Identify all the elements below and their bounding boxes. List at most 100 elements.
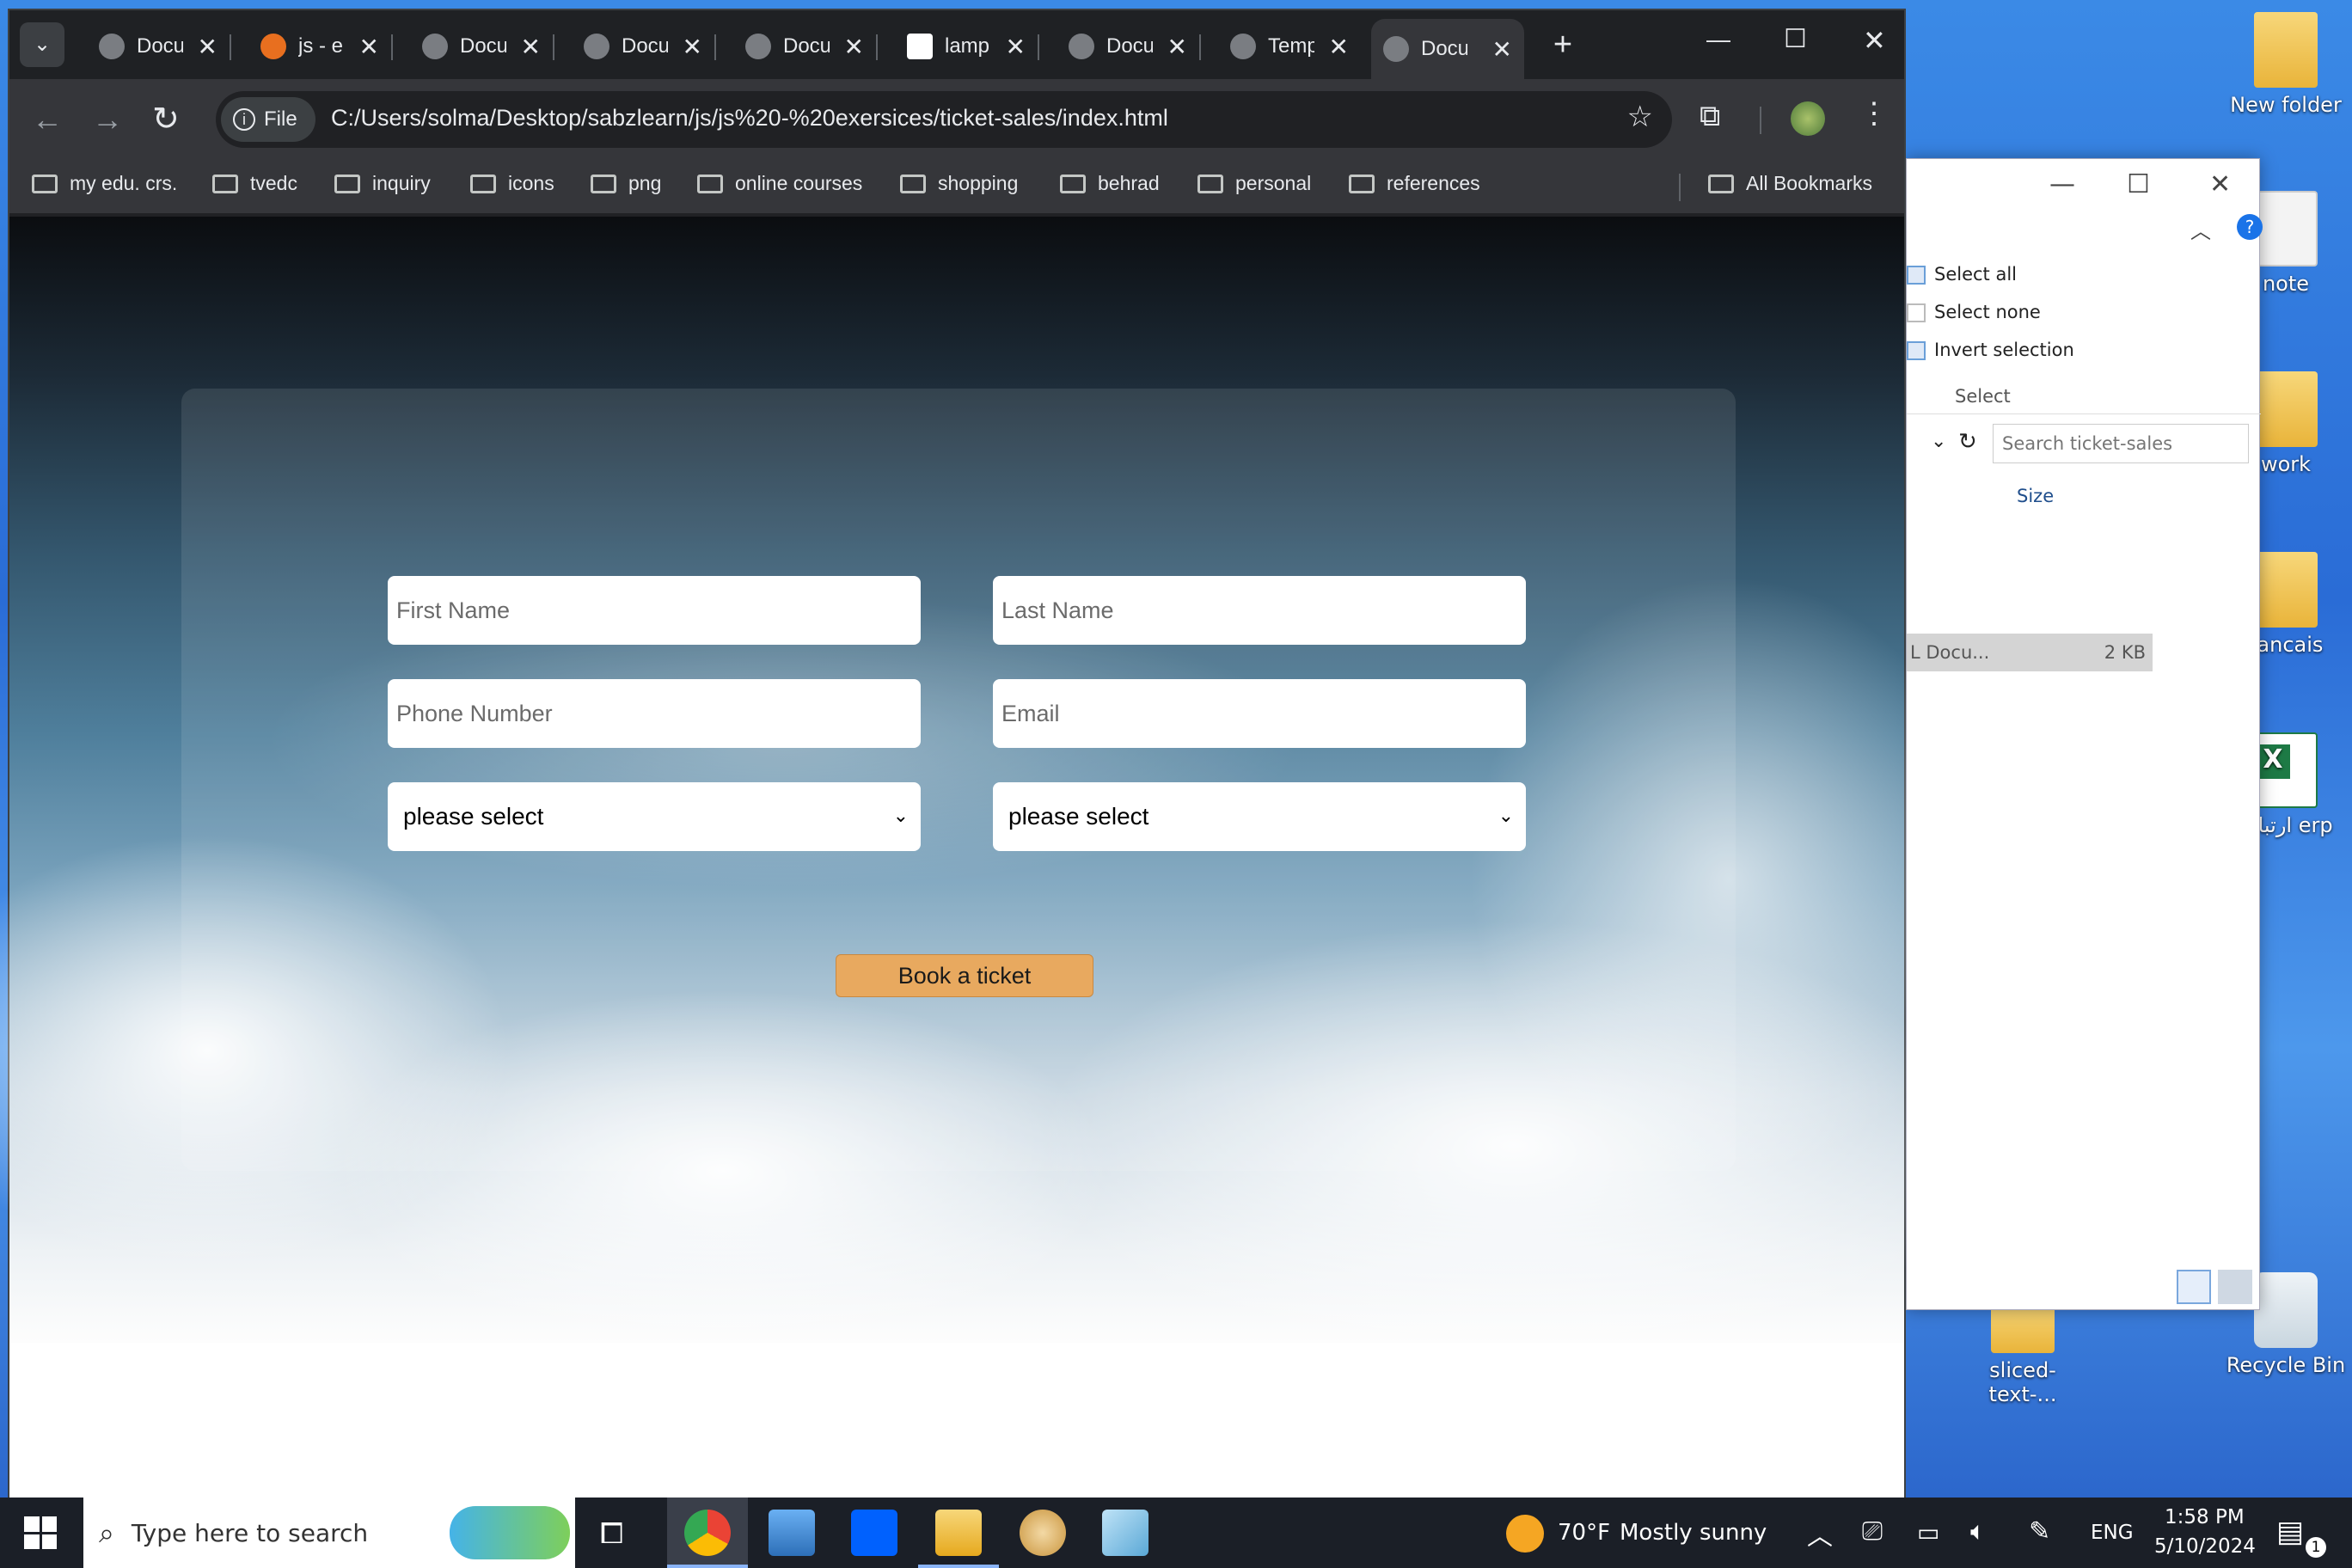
last-name-input[interactable]	[993, 576, 1526, 645]
tab-close-icon[interactable]: ✕	[683, 33, 702, 61]
taskbar-chrome-button[interactable]	[667, 1498, 748, 1568]
select-all-button[interactable]: Select all	[1907, 264, 2017, 285]
bookmark-folder-shopping[interactable]: shopping	[900, 172, 1018, 195]
folder-icon	[334, 174, 360, 193]
notification-center-icon[interactable]: ▤	[2276, 1515, 2304, 1549]
desktop-icon-new-folder[interactable]: New folder	[2221, 12, 2350, 117]
bookmark-folder-online-courses[interactable]: online courses	[697, 172, 862, 195]
tab-close-icon[interactable]: ✕	[521, 33, 541, 61]
bookmark-folder-inquiry[interactable]: inquiry	[334, 172, 431, 195]
tab-docu-active[interactable]: Docu ✕	[1371, 19, 1524, 79]
help-icon[interactable]: ?	[2237, 214, 2263, 240]
tab-close-icon[interactable]: ✕	[1006, 33, 1026, 61]
profile-avatar[interactable]	[1791, 101, 1825, 136]
bookmark-label: behrad	[1098, 172, 1160, 194]
globe-icon	[1069, 34, 1094, 59]
maximize-icon[interactable]: ☐	[1784, 24, 1807, 54]
start-button[interactable]	[24, 1516, 57, 1549]
tab-close-icon[interactable]: ✕	[844, 33, 864, 61]
extensions-icon[interactable]: ⧉	[1700, 100, 1720, 133]
explorer-search-input[interactable]	[1993, 424, 2249, 463]
tab-close-icon[interactable]: ✕	[359, 33, 379, 61]
language-indicator[interactable]: ENG	[2091, 1522, 2134, 1544]
tab-close-icon[interactable]: ✕	[198, 33, 217, 61]
tab-lamp[interactable]: lamp ✕	[895, 22, 1039, 70]
weather-temp[interactable]: 70°F	[1558, 1520, 1610, 1546]
maximize-icon[interactable]: ☐	[2127, 169, 2150, 199]
minimize-icon[interactable]: —	[1706, 26, 1730, 53]
email-input[interactable]	[993, 679, 1526, 748]
pen-icon[interactable]: ✎	[2029, 1516, 2050, 1547]
book-ticket-button[interactable]: Book a ticket	[836, 954, 1093, 997]
back-icon[interactable]: ←	[32, 101, 63, 138]
close-icon[interactable]: ✕	[1863, 24, 1886, 57]
task-view-icon[interactable]: ⧠	[600, 1516, 623, 1551]
tab-docu-1[interactable]: Docu ✕	[87, 22, 231, 70]
phone-number-input[interactable]	[388, 679, 921, 748]
bookmark-folder-icons[interactable]: icons	[470, 172, 554, 195]
meet-now-icon[interactable]: ⎚	[1862, 1516, 1883, 1547]
chevron-up-icon[interactable]: ︿	[1807, 1515, 1833, 1553]
select-right-dropdown[interactable]: please select ⌄	[993, 782, 1526, 851]
bookmark-folder-tvedc[interactable]: tvedc	[212, 172, 297, 195]
forward-icon[interactable]: →	[92, 101, 123, 138]
select-left-dropdown[interactable]: please select ⌄	[388, 782, 921, 851]
clock-date[interactable]: 5/10/2024	[2154, 1535, 2256, 1558]
battery-icon[interactable]: ▭	[1917, 1518, 1939, 1547]
bookmark-star-icon[interactable]: ☆	[1627, 100, 1653, 134]
file-size: 2 KB	[2104, 642, 2146, 663]
dropbox-icon[interactable]	[851, 1510, 897, 1556]
tab-docu-5[interactable]: Docu ✕	[1057, 22, 1201, 70]
tab-title: Temp	[1268, 34, 1314, 58]
weather-condition[interactable]: Mostly sunny	[1620, 1520, 1767, 1546]
recycle-bin-icon	[2254, 1272, 2318, 1348]
large-icons-view-icon[interactable]	[2218, 1270, 2252, 1304]
tab-close-icon[interactable]: ✕	[1492, 35, 1512, 64]
desktop-icon-sliced-text[interactable]: sliced-text-...	[1958, 1303, 2087, 1406]
menu-kebab-icon[interactable]: ⋮	[1859, 96, 1889, 131]
volume-icon[interactable]: 🔈︎	[1970, 1516, 1986, 1547]
tab-temp[interactable]: Temp ✕	[1218, 22, 1361, 70]
tab-close-icon[interactable]: ✕	[1329, 33, 1349, 61]
bookmark-folder-my-edu-crs[interactable]: my edu. crs.	[32, 172, 177, 195]
tab-js[interactable]: js - e ✕	[248, 22, 393, 70]
chevron-down-icon: ⌄	[1498, 805, 1514, 826]
ribbon-group-label: Select	[1955, 386, 2011, 407]
reload-icon[interactable]: ↻	[152, 100, 180, 138]
bookmark-folder-behrad[interactable]: behrad	[1060, 172, 1160, 195]
notepad-icon[interactable]	[1102, 1510, 1148, 1556]
details-view-icon[interactable]	[2177, 1270, 2211, 1304]
tab-search-button[interactable]: ⌄	[20, 22, 64, 67]
folder-icon	[591, 174, 616, 193]
chevron-down-icon[interactable]: ⌄	[1931, 431, 1946, 452]
tab-docu-3[interactable]: Docu ✕	[572, 22, 716, 70]
refresh-icon[interactable]: ↻	[1958, 429, 1977, 455]
minimize-icon[interactable]: —	[2049, 169, 2075, 199]
taskbar-explorer-button[interactable]	[918, 1498, 999, 1568]
invert-selection-button[interactable]: Invert selection	[1907, 340, 2074, 360]
select-none-button[interactable]: Select none	[1907, 302, 2041, 322]
paint-icon[interactable]	[1020, 1510, 1066, 1556]
all-bookmarks-button[interactable]: All Bookmarks	[1708, 172, 1872, 195]
file-row[interactable]: L Docu... 2 KB	[1907, 634, 2153, 671]
collapse-ribbon-icon[interactable]: ︿	[2190, 214, 2211, 244]
site-info-chip[interactable]: i File	[221, 97, 315, 142]
bookmark-folder-references[interactable]: references	[1349, 172, 1480, 195]
column-header-size[interactable]: Size	[2017, 486, 2054, 506]
address-bar[interactable]: i File C:/Users/solma/Desktop/sabzlearn/…	[216, 91, 1672, 148]
new-tab-button[interactable]: +	[1545, 28, 1581, 64]
tab-docu-2[interactable]: Docu ✕	[410, 22, 554, 70]
tab-close-icon[interactable]: ✕	[1167, 33, 1187, 61]
address-url[interactable]: C:/Users/solma/Desktop/sabzlearn/js/js%2…	[331, 105, 1168, 132]
bookmark-folder-png[interactable]: png	[591, 172, 661, 195]
clock-time[interactable]: 1:58 PM	[2165, 1506, 2245, 1528]
laptop-app-icon[interactable]	[769, 1510, 815, 1556]
close-icon[interactable]: ✕	[2209, 169, 2231, 199]
tab-docu-4[interactable]: Docu ✕	[733, 22, 878, 70]
bookmark-folder-personal[interactable]: personal	[1197, 172, 1311, 195]
bookmark-label: my edu. crs.	[70, 172, 178, 194]
first-name-input[interactable]	[388, 576, 921, 645]
weather-icon[interactable]	[1506, 1515, 1544, 1553]
bookmark-label: png	[628, 172, 662, 194]
taskbar-search-box[interactable]: ⌕ Type here to search	[83, 1498, 575, 1568]
